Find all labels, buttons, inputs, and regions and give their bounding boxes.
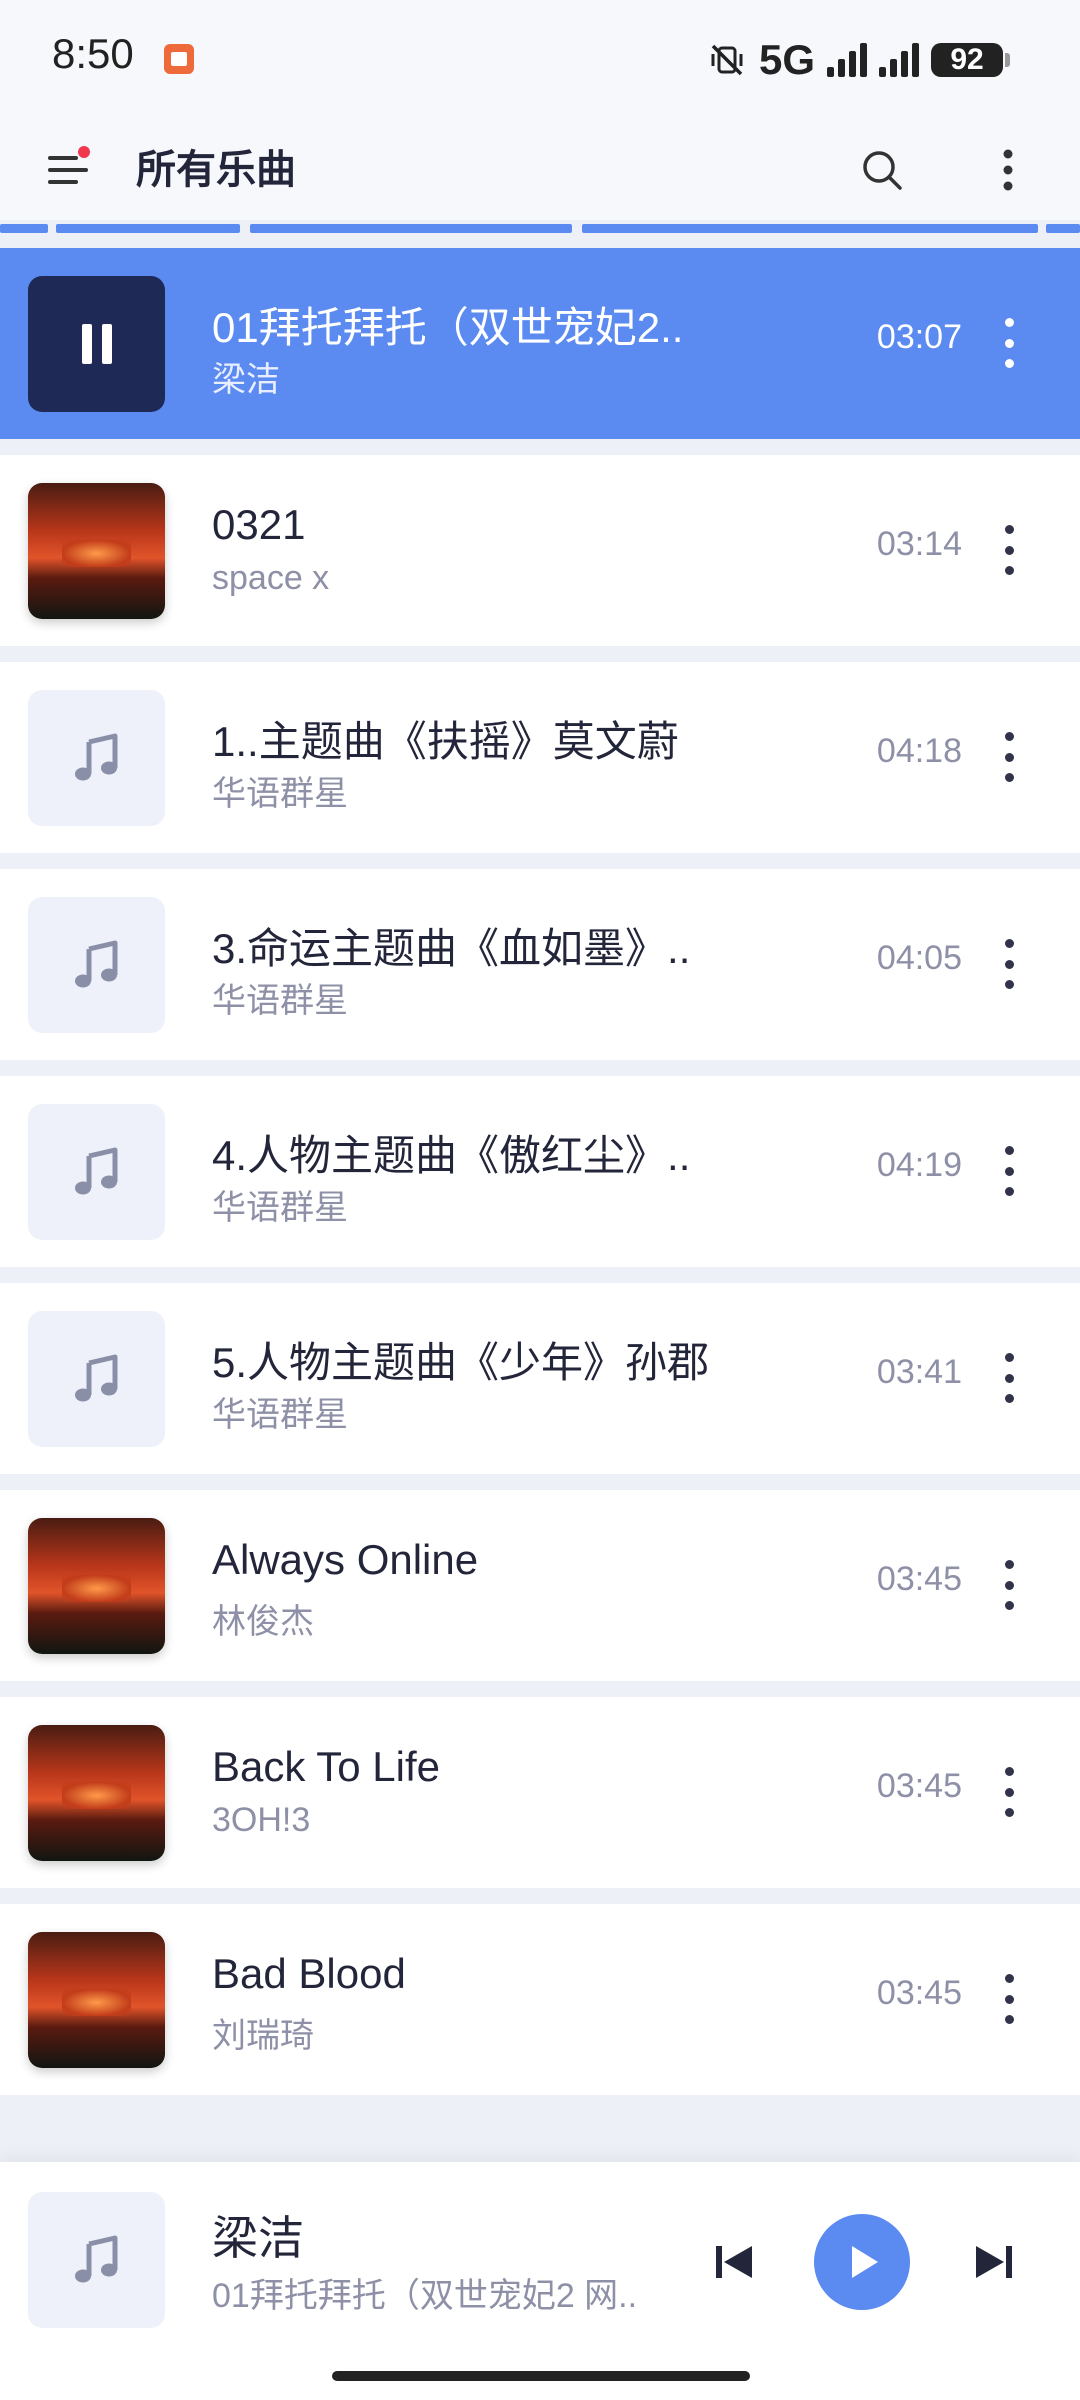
song-row[interactable]: Bad Blood 刘瑞琦 03:45 <box>0 1904 1080 2095</box>
album-cover-art <box>62 540 131 568</box>
song-artist: 华语群星 <box>212 1189 348 1227</box>
music-note-icon <box>74 2235 117 2283</box>
song-title: 01拜托拜托（双世宠妃2.. <box>212 304 684 351</box>
mini-player-artwork[interactable] <box>28 2192 165 2328</box>
album-cover-art <box>62 1989 131 2017</box>
song-duration: 03:45 <box>876 1767 962 1805</box>
signal-strength-icon-2 <box>879 43 919 77</box>
app-bar: 所有乐曲 <box>0 120 1080 220</box>
status-bar: 8:50 5G 92 <box>0 0 1080 120</box>
song-title: 4.人物主题曲《傲红尘》.. <box>212 1132 691 1179</box>
song-title: Always Online <box>212 1536 479 1583</box>
song-artist: 梁洁 <box>212 361 280 399</box>
tab-segment[interactable] <box>0 224 48 233</box>
song-artwork[interactable] <box>28 1725 165 1861</box>
pause-button[interactable] <box>28 276 165 412</box>
status-time: 8:50 <box>52 30 134 77</box>
previous-track-icon[interactable] <box>712 2240 756 2284</box>
song-artwork[interactable] <box>28 897 165 1033</box>
song-list: 01拜托拜托（双世宠妃2.. 梁洁 03:07 0321 space x 03:14 1..… <box>0 248 1080 2111</box>
song-more-options-icon[interactable] <box>994 1353 1024 1403</box>
tab-segment[interactable] <box>56 224 240 233</box>
notification-app-icon <box>164 44 194 74</box>
song-title: 0321 <box>212 501 306 548</box>
song-more-options-icon[interactable] <box>994 939 1024 989</box>
status-indicators: 5G 92 <box>707 30 1010 90</box>
song-title: 5.人物主题曲《少年》孙郡 <box>212 1339 710 1386</box>
song-row[interactable]: 0321 space x 03:14 <box>0 455 1080 646</box>
music-note-icon <box>74 1147 117 1195</box>
song-artwork[interactable] <box>28 1311 165 1447</box>
song-duration: 04:19 <box>876 1146 962 1184</box>
category-tab-strip <box>0 224 1080 234</box>
song-artist: space x <box>212 559 330 597</box>
battery-level: 92 <box>931 43 1003 77</box>
song-row-now-playing[interactable]: 01拜托拜托（双世宠妃2.. 梁洁 03:07 <box>0 248 1080 439</box>
song-row[interactable]: Always Online 林俊杰 03:45 <box>0 1490 1080 1681</box>
song-row[interactable]: Back To Life 3OH!3 03:45 <box>0 1697 1080 1888</box>
mini-player-artist: 梁洁 <box>212 2212 304 2264</box>
tab-segment[interactable] <box>250 224 572 233</box>
song-more-options-icon[interactable] <box>994 1767 1024 1817</box>
music-note-icon <box>74 940 117 988</box>
song-title: 1..主题曲《扶摇》莫文蔚 <box>212 718 679 765</box>
song-artist: 华语群星 <box>212 1396 348 1434</box>
album-cover-art <box>62 1782 131 1810</box>
play-icon <box>852 2246 878 2278</box>
menu-icon[interactable] <box>44 144 96 196</box>
song-duration: 03:14 <box>876 525 962 563</box>
home-indicator[interactable] <box>332 2371 750 2381</box>
song-row[interactable]: 1..主题曲《扶摇》莫文蔚华语群星 04:18 <box>0 662 1080 853</box>
tab-segment[interactable] <box>1046 224 1080 233</box>
song-artist: 林俊杰 <box>212 1603 314 1641</box>
song-artist: 刘瑞琦 <box>212 2017 314 2055</box>
network-type: 5G <box>758 36 815 83</box>
song-more-options-icon[interactable] <box>994 318 1024 368</box>
music-note-icon <box>74 1354 117 1402</box>
mini-player[interactable]: 梁洁 01拜托拜托（双世宠妃2 网.. <box>0 2162 1080 2400</box>
pause-icon <box>28 276 165 412</box>
song-artwork[interactable] <box>28 1932 165 2068</box>
album-cover-art <box>62 1575 131 1603</box>
song-row[interactable]: 4.人物主题曲《傲红尘》.. 华语群星 04:19 <box>0 1076 1080 1267</box>
battery-icon: 92 <box>931 43 1010 77</box>
song-artwork[interactable] <box>28 690 165 826</box>
notification-dot <box>78 146 90 158</box>
song-more-options-icon[interactable] <box>994 732 1024 782</box>
song-artwork[interactable] <box>28 483 165 619</box>
song-more-options-icon[interactable] <box>994 525 1024 575</box>
search-icon[interactable] <box>858 146 906 194</box>
page-title: 所有乐曲 <box>136 148 296 192</box>
song-duration: 03:41 <box>876 1353 962 1391</box>
music-note-icon <box>74 733 117 781</box>
song-duration: 03:45 <box>876 1560 962 1598</box>
signal-strength-icon <box>827 43 867 77</box>
song-row[interactable]: 5.人物主题曲《少年》孙郡华语群星 03:41 <box>0 1283 1080 1474</box>
mini-player-title: 01拜托拜托（双世宠妃2 网.. <box>212 2277 638 2315</box>
song-duration: 04:18 <box>876 732 962 770</box>
song-artist: 3OH!3 <box>212 1801 311 1839</box>
song-title: 3.命运主题曲《血如墨》.. <box>212 925 691 972</box>
song-artist: 华语群星 <box>212 982 348 1020</box>
tab-segment[interactable] <box>582 224 1038 233</box>
song-more-options-icon[interactable] <box>994 1146 1024 1196</box>
song-row[interactable]: 3.命运主题曲《血如墨》.. 华语群星 04:05 <box>0 869 1080 1060</box>
song-duration: 03:07 <box>876 318 962 356</box>
song-artist: 华语群星 <box>212 775 348 813</box>
song-more-options-icon[interactable] <box>994 1974 1024 2024</box>
song-more-options-icon[interactable] <box>994 1560 1024 1610</box>
song-artwork[interactable] <box>28 1518 165 1654</box>
song-duration: 03:45 <box>876 1974 962 2012</box>
play-button[interactable] <box>814 2214 910 2310</box>
song-duration: 04:05 <box>876 939 962 977</box>
song-title: Back To Life <box>212 1743 441 1790</box>
more-options-icon[interactable] <box>986 144 1030 196</box>
next-track-icon[interactable] <box>972 2240 1016 2284</box>
vibrate-mute-icon <box>711 44 743 76</box>
song-title: Bad Blood <box>212 1950 406 1997</box>
song-artwork[interactable] <box>28 1104 165 1240</box>
